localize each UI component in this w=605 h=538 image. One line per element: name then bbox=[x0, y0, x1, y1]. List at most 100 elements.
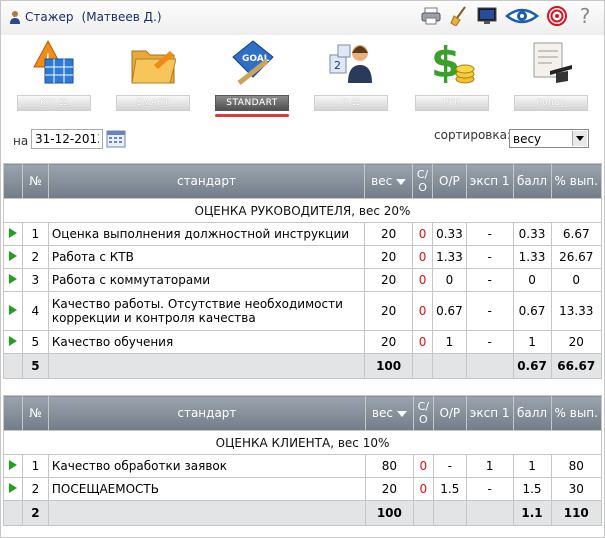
total-pct: 110 bbox=[550, 500, 602, 526]
play-icon[interactable] bbox=[3, 268, 23, 292]
play-icon[interactable] bbox=[3, 330, 23, 354]
header-score: балл bbox=[512, 395, 552, 431]
svg-text:2: 2 bbox=[334, 59, 341, 72]
row-weight: 20 bbox=[364, 291, 414, 331]
user-icon bbox=[10, 11, 20, 24]
header-weight[interactable]: вес bbox=[364, 163, 414, 199]
header-standard: стандарт bbox=[47, 163, 366, 199]
eye-icon[interactable] bbox=[504, 5, 540, 27]
header-play bbox=[3, 163, 23, 199]
total-weight: 100 bbox=[364, 500, 414, 526]
row-op: 0.33 bbox=[432, 222, 467, 246]
broom-icon[interactable] bbox=[448, 5, 470, 27]
row-weight: 20 bbox=[364, 477, 414, 501]
chevron-down-icon[interactable] bbox=[572, 131, 587, 146]
printer-icon[interactable] bbox=[420, 5, 442, 27]
sort-desc-icon bbox=[396, 178, 407, 185]
table-header: № стандарт вес С/О О/Р эксп 1 балл % вып… bbox=[3, 395, 602, 431]
row-op: 1 bbox=[432, 330, 467, 354]
module-smart[interactable]: SMART bbox=[116, 37, 190, 113]
module-policy[interactable]: Policy bbox=[514, 37, 588, 113]
row-weight: 20 bbox=[364, 268, 414, 292]
row-standard: Работа с коммутаторами bbox=[47, 268, 366, 292]
row-pct: 0 bbox=[550, 268, 602, 292]
module-kpi[interactable]: ! KPI ☷ bbox=[17, 37, 91, 113]
section-title-row: ОЦЕНКА РУКОВОДИТЕЛЯ, вес 20% bbox=[3, 198, 602, 223]
total-empty bbox=[465, 500, 514, 526]
module-pfr[interactable]: $ PFR bbox=[415, 37, 489, 113]
kpi-icon: ! bbox=[33, 39, 74, 84]
play-icon[interactable] bbox=[3, 454, 23, 478]
row-exp: - bbox=[465, 291, 514, 331]
total-empty bbox=[412, 353, 434, 379]
row-standard: Оценка выполнения должностной инструкции bbox=[47, 222, 366, 246]
calendar-icon[interactable] bbox=[106, 130, 126, 148]
play-icon[interactable] bbox=[3, 477, 23, 501]
module-standart[interactable]: GOAL STANDART bbox=[215, 37, 289, 117]
play-icon[interactable] bbox=[3, 245, 23, 269]
section-title: ОЦЕНКА КЛИЕНТА, вес 10% bbox=[3, 430, 602, 455]
row-co: 0 bbox=[412, 330, 434, 354]
window: Стажер (Матвеев Д.) ? ! KPI ☷ bbox=[0, 0, 605, 538]
row-co: 0 bbox=[412, 454, 434, 478]
header-num: № bbox=[21, 163, 49, 199]
module-label: Policy bbox=[514, 95, 588, 111]
row-exp: - bbox=[465, 245, 514, 269]
total-empty bbox=[47, 353, 366, 379]
toolbar: ? bbox=[420, 4, 596, 28]
header-weight[interactable]: вес bbox=[364, 395, 414, 431]
header-weight-label: вес bbox=[371, 174, 393, 188]
header-pct: % вып. bbox=[550, 395, 602, 431]
table-row[interactable]: 3 Работа с коммутаторами 20 0 0 - 0 0 bbox=[3, 268, 602, 292]
standards-table-1: № стандарт вес С/О О/Р эксп 1 балл % вып… bbox=[3, 163, 602, 379]
module-label: R ☷ bbox=[314, 95, 388, 111]
header-co: С/О bbox=[412, 163, 434, 199]
smart-folder-icon bbox=[131, 50, 176, 84]
target-icon[interactable] bbox=[546, 5, 568, 27]
row-num: 3 bbox=[21, 268, 49, 292]
row-co: 0 bbox=[412, 291, 434, 331]
module-r[interactable]: 2 R ☷ bbox=[314, 37, 388, 113]
row-exp: - bbox=[465, 330, 514, 354]
row-pct: 80 bbox=[550, 454, 602, 478]
row-standard: Качество обработки заявок bbox=[47, 454, 366, 478]
table-row[interactable]: 5 Качество обучения 20 0 1 - 1 20 bbox=[3, 330, 602, 354]
module-bar: ! KPI ☷ SMART GOAL STANDART bbox=[1, 35, 604, 121]
row-standard: Качество работы. Отсутствие необходимост… bbox=[47, 291, 366, 331]
total-empty bbox=[3, 353, 23, 379]
user-info: Стажер (Матвеев Д.) bbox=[9, 10, 162, 24]
row-op: 1.33 bbox=[432, 245, 467, 269]
row-weight: 80 bbox=[364, 454, 414, 478]
goal-icon: GOAL bbox=[232, 40, 274, 85]
row-pct: 6.67 bbox=[550, 222, 602, 246]
total-count: 5 bbox=[21, 353, 49, 379]
row-exp: - bbox=[465, 268, 514, 292]
header-op: О/Р bbox=[432, 163, 467, 199]
date-input[interactable] bbox=[31, 129, 103, 149]
row-score: 0 bbox=[512, 268, 552, 292]
total-pct: 66.67 bbox=[550, 353, 602, 379]
table-row[interactable]: 2 Работа с КТВ 20 0 1.33 - 1.33 26.67 bbox=[3, 245, 602, 269]
row-op: 0.67 bbox=[432, 291, 467, 331]
row-op: 1.5 bbox=[432, 477, 467, 501]
header-exp: эксп 1 bbox=[465, 395, 514, 431]
sort-select[interactable]: весу bbox=[509, 129, 589, 148]
table-row[interactable]: 4 Качество работы. Отсутствие необходимо… bbox=[3, 291, 602, 331]
help-icon[interactable]: ? bbox=[574, 4, 596, 28]
table-row[interactable]: 1 Оценка выполнения должностной инструкц… bbox=[3, 222, 602, 246]
row-score: 0.33 bbox=[512, 222, 552, 246]
section-title-row: ОЦЕНКА КЛИЕНТА, вес 10% bbox=[3, 430, 602, 455]
header-co: С/О bbox=[412, 395, 434, 431]
total-empty bbox=[432, 500, 467, 526]
table-row[interactable]: 2 ПОСЕЩАЕМОСТЬ 20 0 1.5 - 1.5 30 bbox=[3, 477, 602, 501]
play-icon[interactable] bbox=[3, 222, 23, 246]
header-op: О/Р bbox=[432, 395, 467, 431]
table-row[interactable]: 1 Качество обработки заявок 80 0 - 1 1 8… bbox=[3, 454, 602, 478]
row-co: 0 bbox=[412, 477, 434, 501]
user-role: Стажер bbox=[25, 10, 74, 24]
monitor-icon[interactable] bbox=[476, 5, 498, 27]
play-icon[interactable] bbox=[3, 291, 23, 331]
date-prefix: на bbox=[13, 134, 29, 148]
header-num: № bbox=[21, 395, 49, 431]
total-empty bbox=[465, 353, 514, 379]
